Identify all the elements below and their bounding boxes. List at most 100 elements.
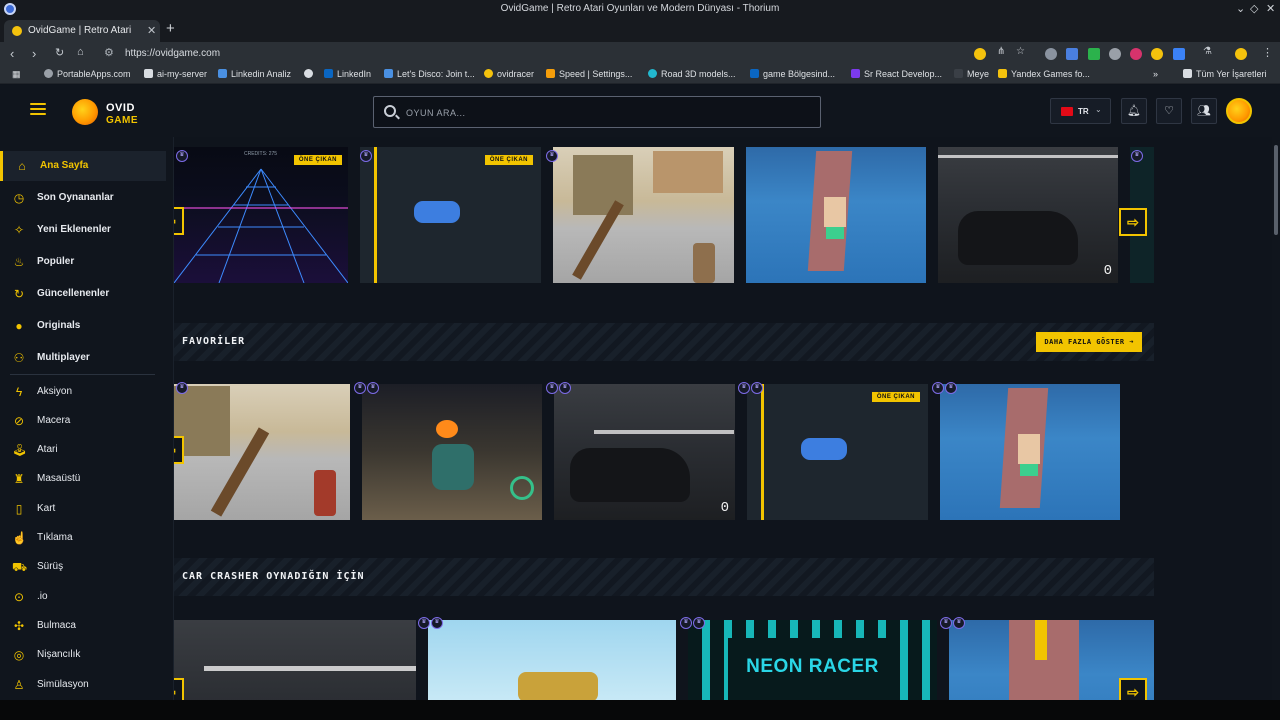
bookmark-item[interactable]: Speed | Settings... xyxy=(546,69,632,79)
sidebar-item-yeni-eklenenler[interactable]: ✧ Yeni Eklenenler xyxy=(0,215,166,245)
all-bookmarks-folder[interactable]: Tüm Yer İşaretleri xyxy=(1183,69,1267,79)
extension-icon[interactable] xyxy=(974,48,986,60)
profile-icon[interactable] xyxy=(1235,48,1247,60)
sidebar-item-label: Son Oynananlar xyxy=(37,192,114,203)
new-tab-icon[interactable]: + xyxy=(166,20,175,37)
sidebar-item-son-oynananlar[interactable]: ◷ Son Oynananlar xyxy=(0,183,166,213)
search-box[interactable] xyxy=(373,96,821,128)
extension-icon-4[interactable] xyxy=(1151,48,1163,60)
scrollbar-thumb[interactable] xyxy=(1274,145,1278,235)
lab-icon[interactable]: ⚗ xyxy=(1203,46,1212,57)
apps-grid-icon[interactable]: ▦ xyxy=(12,69,21,80)
notifications-bell-icon[interactable]: 🔔︎ xyxy=(1121,98,1147,124)
taskbar-strip xyxy=(0,700,1280,720)
ovid-logo-icon[interactable] xyxy=(72,99,98,125)
extensions-puzzle-icon[interactable] xyxy=(1173,48,1185,60)
game-card[interactable] xyxy=(174,620,416,700)
sidebar-item-populer[interactable]: ♨ Popüler xyxy=(0,247,166,277)
sidebar-item-label: Multiplayer xyxy=(37,352,90,363)
extension-icon-3[interactable] xyxy=(1130,48,1142,60)
translate-extension-icon[interactable] xyxy=(1066,48,1078,60)
sidebar-item-nisancilik[interactable]: ◎ Nişancılık xyxy=(0,640,166,670)
logo-text-game[interactable]: GAME xyxy=(106,115,138,126)
bookmark-star-icon[interactable]: ☆ xyxy=(1016,46,1025,57)
reload-icon[interactable]: ↻ xyxy=(55,46,64,59)
sidebar-item-multiplayer[interactable]: ⚇ Multiplayer xyxy=(0,343,166,373)
sidebar-item-label: Kart xyxy=(37,503,56,514)
carousel-prev-arrow-icon[interactable]: ⇦ xyxy=(174,436,184,464)
game-card[interactable] xyxy=(428,620,676,700)
friends-users-icon[interactable]: 👥︎ xyxy=(1191,98,1217,124)
sidebar-item-tiklama[interactable]: ☝ Tıklama xyxy=(0,523,166,553)
search-input[interactable] xyxy=(406,104,806,122)
sidebar-item-bulmaca[interactable]: ✣ Bulmaca xyxy=(0,611,166,641)
bookmarks-bar: ▦ PortableApps.com ai-my-server Linkedin… xyxy=(0,66,1280,84)
bookmark-item[interactable]: game Bölgesind... xyxy=(750,69,835,79)
game-card[interactable]: 0 xyxy=(554,384,735,520)
bookmark-item[interactable]: Sr React Develop... xyxy=(851,69,942,79)
bookmark-item[interactable]: Yandex Games fo... xyxy=(998,69,1090,79)
forward-icon[interactable]: › xyxy=(32,46,36,61)
game-card[interactable]: CREDITS: 275 ÖNE ÇIKAN xyxy=(174,147,348,283)
sidebar-item-guncellenenler[interactable]: ↻ Güncellenenler xyxy=(0,279,166,309)
sidebar-item-ana-sayfa[interactable]: ⌂ Ana Sayfa xyxy=(0,151,166,181)
bookmarks-overflow-icon[interactable]: » xyxy=(1153,69,1158,79)
game-card[interactable] xyxy=(174,384,350,520)
game-card[interactable] xyxy=(553,147,734,283)
car-icon: ⛟ xyxy=(12,560,28,574)
sidebar-item-macera[interactable]: ⊘ Macera xyxy=(0,406,166,436)
sidebar-item-masaustu[interactable]: ♜ Masaüstü xyxy=(0,464,166,494)
sidebar-item-atari[interactable]: 🕹︎ Atari xyxy=(0,435,166,465)
shield-extension-icon[interactable] xyxy=(1045,48,1057,60)
show-more-button[interactable]: DAHA FAZLA GÖSTER ➜ xyxy=(1036,332,1142,352)
favorites-heart-icon[interactable]: ♡ xyxy=(1156,98,1182,124)
bookmark-item[interactable]: Road 3D models... xyxy=(648,69,736,79)
close-tab-icon[interactable]: ✕ xyxy=(147,24,156,37)
carousel-next-arrow-icon[interactable]: ⇨ xyxy=(1119,208,1147,236)
bookmark-item[interactable]: LinkedIn xyxy=(324,69,371,79)
bookmark-item[interactable] xyxy=(304,69,317,79)
game-card[interactable] xyxy=(362,384,542,520)
extension-icon-2[interactable] xyxy=(1109,48,1121,60)
sidebar-item-label: Yeni Eklenenler xyxy=(37,224,111,235)
bookmark-item[interactable]: Meye xyxy=(954,69,989,79)
language-selector[interactable]: TR ⌄ xyxy=(1050,98,1111,124)
sidebar-item-kart[interactable]: ▯ Kart xyxy=(0,494,166,524)
carousel-prev-arrow-icon[interactable]: ⇦ xyxy=(174,678,184,700)
menu-kebab-icon[interactable]: ⋮ xyxy=(1262,46,1273,59)
sidebar-item-surus[interactable]: ⛟ Sürüş xyxy=(0,552,166,582)
game-card[interactable]: NEON RACER xyxy=(688,620,937,700)
sidebar-item-simulasyon[interactable]: ♙ Simülasyon xyxy=(0,670,166,700)
carousel-prev-arrow-icon[interactable]: ⇦ xyxy=(174,207,184,235)
tab-ovidgame[interactable]: OvidGame | Retro Atari Oy ✕ xyxy=(4,20,160,42)
bookmark-item[interactable]: ovidracer xyxy=(484,69,534,79)
game-card[interactable] xyxy=(746,147,926,283)
bookmark-item[interactable]: Linkedin Analiz xyxy=(218,69,291,79)
share-icon[interactable]: ⋔ xyxy=(997,46,1005,57)
carousel-next-arrow-icon[interactable]: ⇨ xyxy=(1119,678,1147,700)
tag-icon: ♛ xyxy=(751,382,763,394)
game-card[interactable]: ÖNE ÇIKAN xyxy=(747,384,928,520)
restore-icon[interactable]: ◇ xyxy=(1250,2,1258,15)
back-icon[interactable]: ‹ xyxy=(10,46,14,61)
page-scrollbar[interactable] xyxy=(1272,137,1280,700)
minimize-icon[interactable]: ⌄ xyxy=(1236,2,1245,15)
bookmark-item[interactable]: Let's Disco: Join t... xyxy=(384,69,475,79)
bookmark-item[interactable]: ai-my-server xyxy=(144,69,207,79)
url-field[interactable]: ⚙ https://ovidgame.com xyxy=(100,45,1030,63)
close-window-icon[interactable]: ✕ xyxy=(1266,2,1275,15)
game-card[interactable]: ÖNE ÇIKAN xyxy=(360,147,541,283)
game-card[interactable] xyxy=(940,384,1120,520)
site-info-icon[interactable]: ⚙ xyxy=(104,46,114,59)
user-avatar[interactable] xyxy=(1226,98,1252,124)
logo-text-ovid[interactable]: OVID xyxy=(106,102,135,114)
sidebar-item-aksiyon[interactable]: ϟ Aksiyon xyxy=(0,377,166,407)
game-card[interactable]: 0 xyxy=(938,147,1118,283)
tag-icon: ♛ xyxy=(932,382,944,394)
sidebar-item-originals[interactable]: ● Originals xyxy=(0,311,166,341)
home-browser-icon[interactable]: ⌂ xyxy=(77,46,84,58)
hamburger-menu-icon[interactable] xyxy=(30,103,46,117)
download-extension-icon[interactable] xyxy=(1088,48,1100,60)
sidebar-item-io[interactable]: ⊙ .io xyxy=(0,582,166,612)
bookmark-item[interactable]: PortableApps.com xyxy=(44,69,131,79)
